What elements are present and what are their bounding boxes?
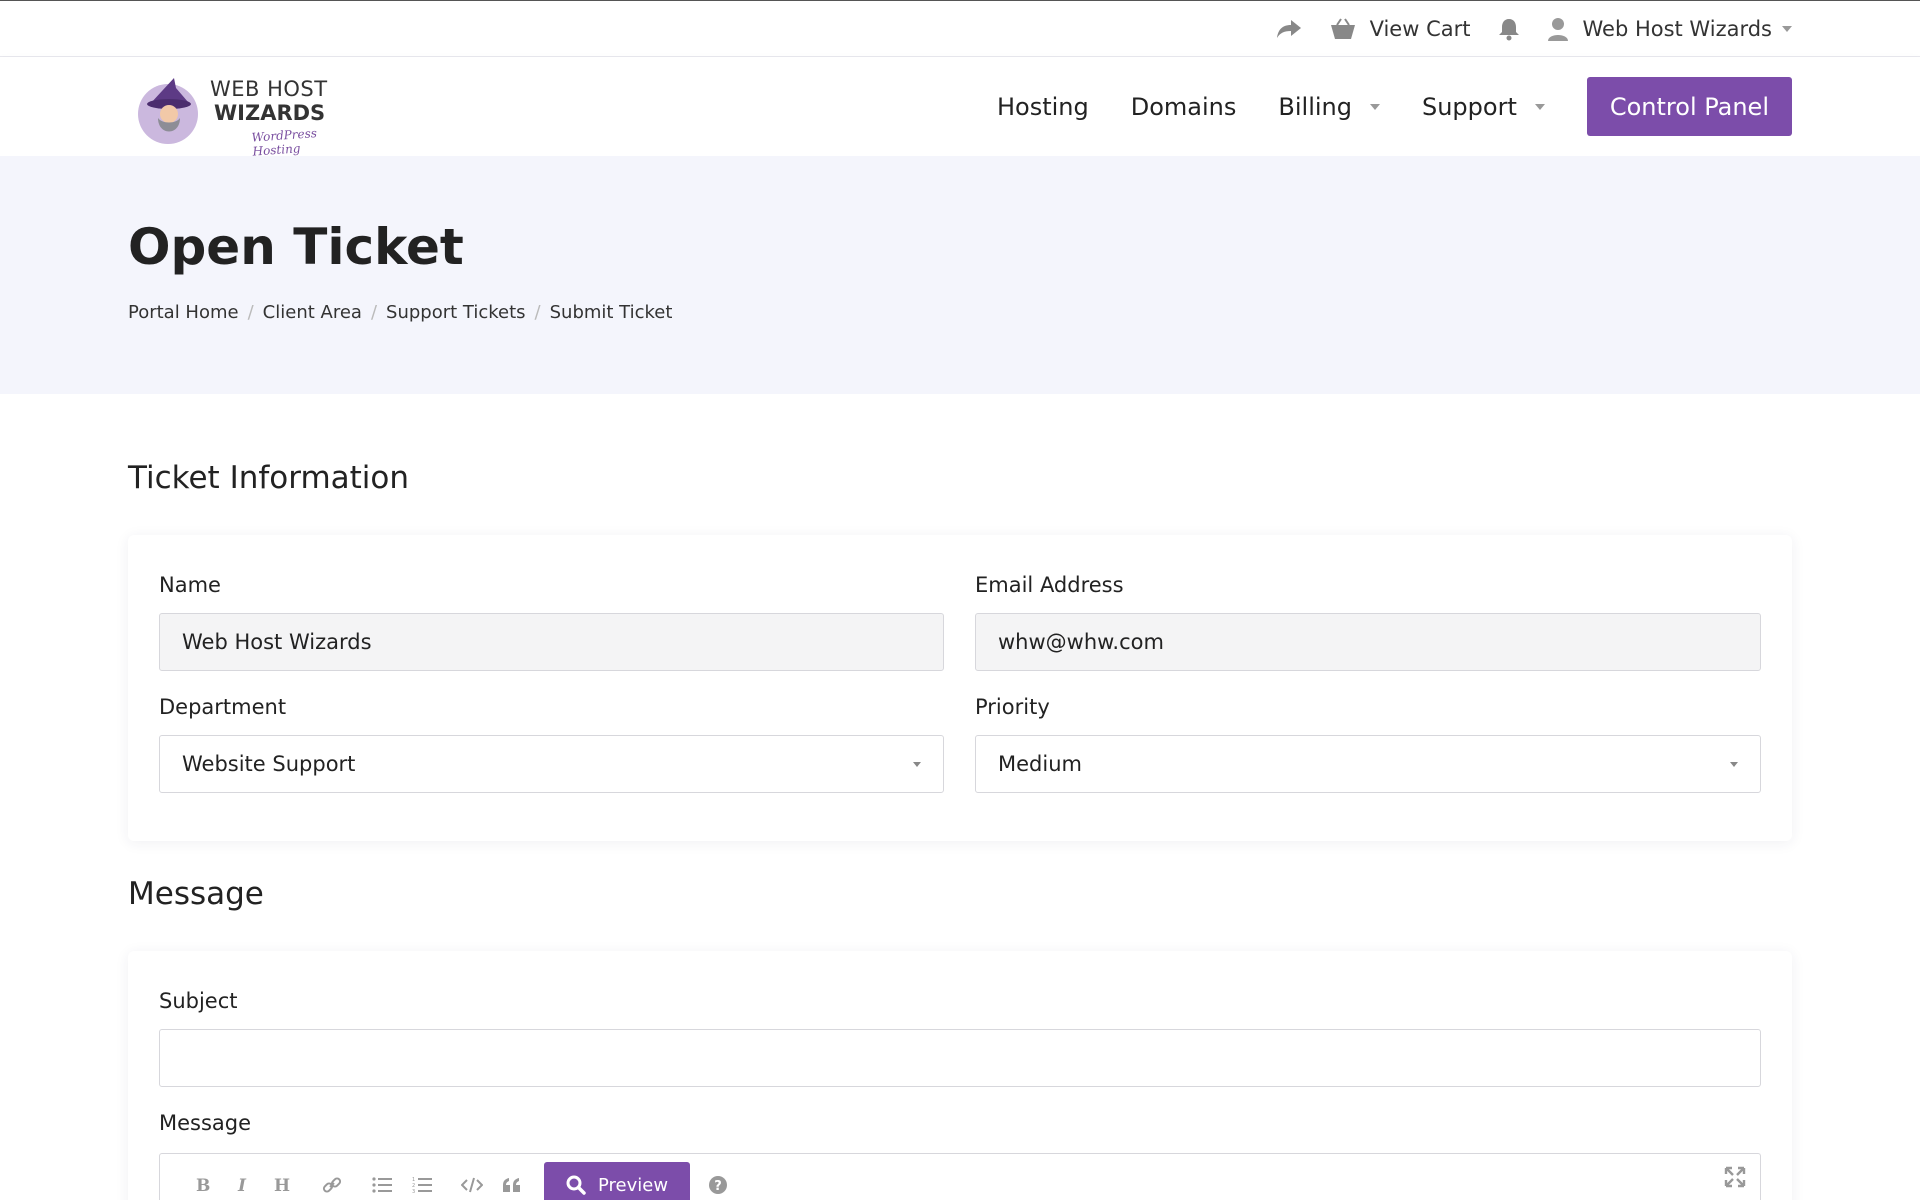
brand-tagline: WordPress Hosting [251,126,318,159]
department-label: Department [159,695,287,719]
user-icon [1548,18,1569,41]
nav-domains[interactable]: Domains [1131,93,1237,121]
view-cart-label: View Cart [1369,17,1471,41]
unordered-list-icon[interactable] [362,1165,402,1200]
name-field[interactable]: Web Host Wizards [159,613,944,671]
name-label: Name [159,573,221,597]
fullscreen-icon[interactable] [1724,1166,1746,1192]
subject-label: Subject [159,989,238,1013]
nav-hosting-label: Hosting [996,92,1089,121]
name-value: Web Host Wizards [182,630,372,654]
nav-billing-label: Billing [1278,92,1352,121]
breadcrumb-support-tickets[interactable]: Support Tickets [386,302,526,323]
notifications-bell[interactable] [1498,17,1520,41]
nav-support-label: Support [1421,92,1517,121]
account-menu[interactable]: Web Host Wizards [1548,17,1792,41]
chevron-down-icon [913,761,921,767]
breadcrumb-portal-home[interactable]: Portal Home [128,302,239,323]
message-heading: Message [128,876,264,912]
preview-button[interactable]: Preview [544,1162,691,1200]
svg-text:?: ? [714,1179,722,1194]
heading-icon[interactable]: H [262,1165,302,1200]
chevron-down-icon [1782,26,1792,32]
nav-billing[interactable]: Billing [1278,93,1380,121]
email-label: Email Address [975,573,1124,597]
code-icon[interactable] [452,1165,492,1200]
breadcrumb-submit-ticket: Submit Ticket [549,302,673,323]
message-card: Subject Message B I H 123 Preview ? [128,951,1792,1200]
page-header: Open Ticket Portal Home / Client Area / … [0,156,1920,394]
breadcrumb-separator: / [370,302,378,323]
brand-line2: WIZARDS [214,100,326,125]
search-icon [566,1175,586,1195]
view-cart-link[interactable]: View Cart [1330,17,1471,41]
message-editor-toolbar: B I H 123 Preview ? [159,1153,1761,1200]
main-navbar: WEB HOST WIZARDS WordPress Hosting Hosti… [0,57,1920,159]
italic-icon[interactable]: I [222,1165,262,1200]
svg-text:H: H [274,1176,290,1194]
priority-value: Medium [998,752,1082,776]
quote-icon[interactable] [492,1165,532,1200]
account-label: Web Host Wizards [1582,17,1772,41]
nav-domains-label: Domains [1130,92,1237,121]
ticket-information-heading: Ticket Information [128,460,410,496]
bold-icon[interactable]: B [182,1165,222,1200]
nav-hosting[interactable]: Hosting [997,93,1089,121]
share-icon[interactable] [1276,18,1302,40]
preview-label: Preview [598,1174,669,1196]
chevron-down-icon [1534,103,1545,110]
subject-input[interactable] [159,1029,1761,1087]
department-select[interactable]: Website Support [159,735,944,793]
priority-select[interactable]: Medium [975,735,1761,793]
help-icon[interactable]: ? [698,1165,738,1200]
brand-line1: WEB HOST [210,76,328,101]
priority-label: Priority [975,695,1050,719]
breadcrumb-separator: / [534,302,541,323]
svg-text:3: 3 [412,1189,415,1194]
ticket-information-card: Name Web Host Wizards Email Address whw@… [128,535,1792,841]
svg-text:B: B [196,1176,210,1194]
bell-icon [1499,19,1520,41]
wizard-logo-icon [136,74,204,144]
breadcrumb-separator: / [247,302,254,323]
top-utility-bar: View Cart Web Host Wizards [0,0,1920,57]
link-icon[interactable] [312,1165,352,1200]
brand-logo[interactable]: WEB HOST WIZARDS WordPress Hosting [136,67,356,159]
nav-support[interactable]: Support [1422,93,1545,121]
page-title: Open Ticket [128,218,464,276]
chevron-down-icon [1730,761,1738,767]
breadcrumb-client-area[interactable]: Client Area [263,302,362,323]
breadcrumb: Portal Home / Client Area / Support Tick… [128,302,672,323]
chevron-down-icon [1369,103,1380,110]
basket-icon [1330,18,1355,39]
svg-text:I: I [237,1176,247,1194]
control-panel-button[interactable]: Control Panel [1586,77,1792,136]
message-label: Message [159,1111,252,1135]
email-value: whw@whw.com [998,630,1164,654]
ordered-list-icon[interactable]: 123 [402,1165,442,1200]
email-field[interactable]: whw@whw.com [975,613,1761,671]
department-value: Website Support [182,752,356,776]
